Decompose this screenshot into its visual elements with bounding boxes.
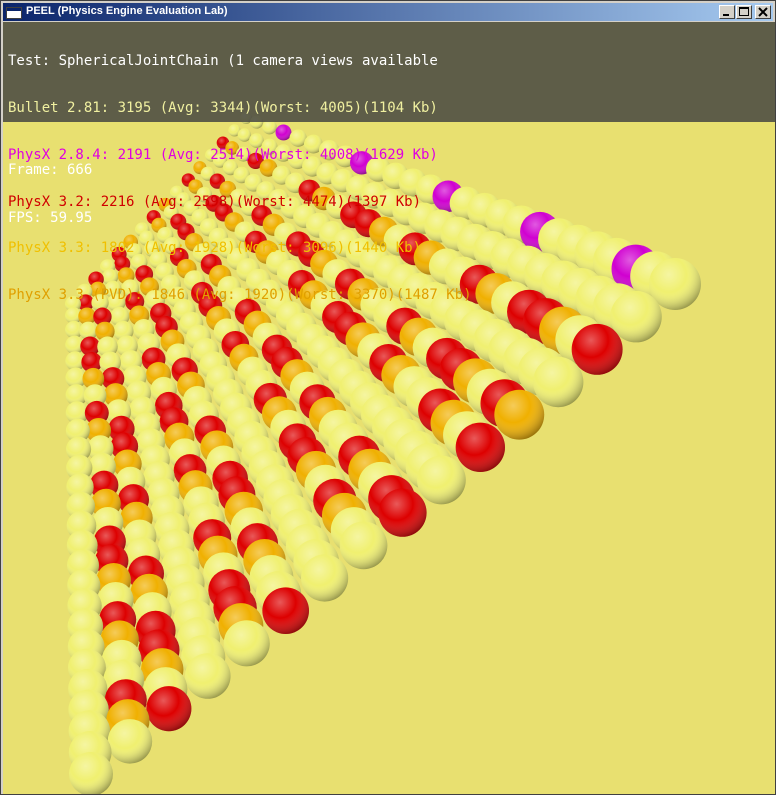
frame-counter: Frame: 666 — [8, 162, 93, 178]
test-name-text: Test: SphericalJointChain (1 camera view… — [8, 53, 438, 70]
sphere — [262, 587, 309, 635]
minimize-icon — [723, 14, 729, 16]
sphere — [339, 521, 388, 570]
fps-counter: FPS: 59.95 — [8, 210, 93, 226]
sphere — [610, 290, 662, 343]
sphere — [107, 719, 153, 764]
close-icon — [758, 7, 768, 17]
engine-result-physx-33-pvd: PhysX 3.3 (PVD): 1846 (Avg: 1920)(Worst:… — [8, 287, 472, 304]
app-window-icon — [6, 5, 22, 19]
maximize-button[interactable] — [736, 5, 752, 19]
sphere — [455, 422, 506, 473]
sphere — [69, 752, 113, 794]
sphere — [494, 389, 545, 440]
frame-stats: Frame: 666 FPS: 59.95 — [8, 130, 92, 258]
title-bar[interactable]: PEEL (Physics Engine Evaluation Lab) — [3, 3, 773, 21]
sphere — [301, 554, 349, 602]
close-button[interactable] — [755, 5, 771, 19]
render-viewport[interactable]: Test: SphericalJointChain (1 camera view… — [3, 22, 775, 794]
engine-result-bullet: Bullet 2.81: 3195 (Avg: 3344)(Worst: 400… — [8, 99, 438, 116]
maximize-icon — [739, 7, 749, 16]
sphere — [146, 686, 192, 732]
sphere — [571, 323, 623, 375]
sphere — [378, 488, 427, 537]
sphere — [417, 455, 466, 505]
window-title: PEEL (Physics Engine Evaluation Lab) — [26, 5, 228, 17]
sphere — [533, 356, 584, 408]
sphere — [185, 653, 231, 699]
sphere — [223, 620, 270, 667]
minimize-button[interactable] — [719, 5, 735, 19]
app-window: PEEL (Physics Engine Evaluation Lab) Tes… — [0, 0, 776, 795]
